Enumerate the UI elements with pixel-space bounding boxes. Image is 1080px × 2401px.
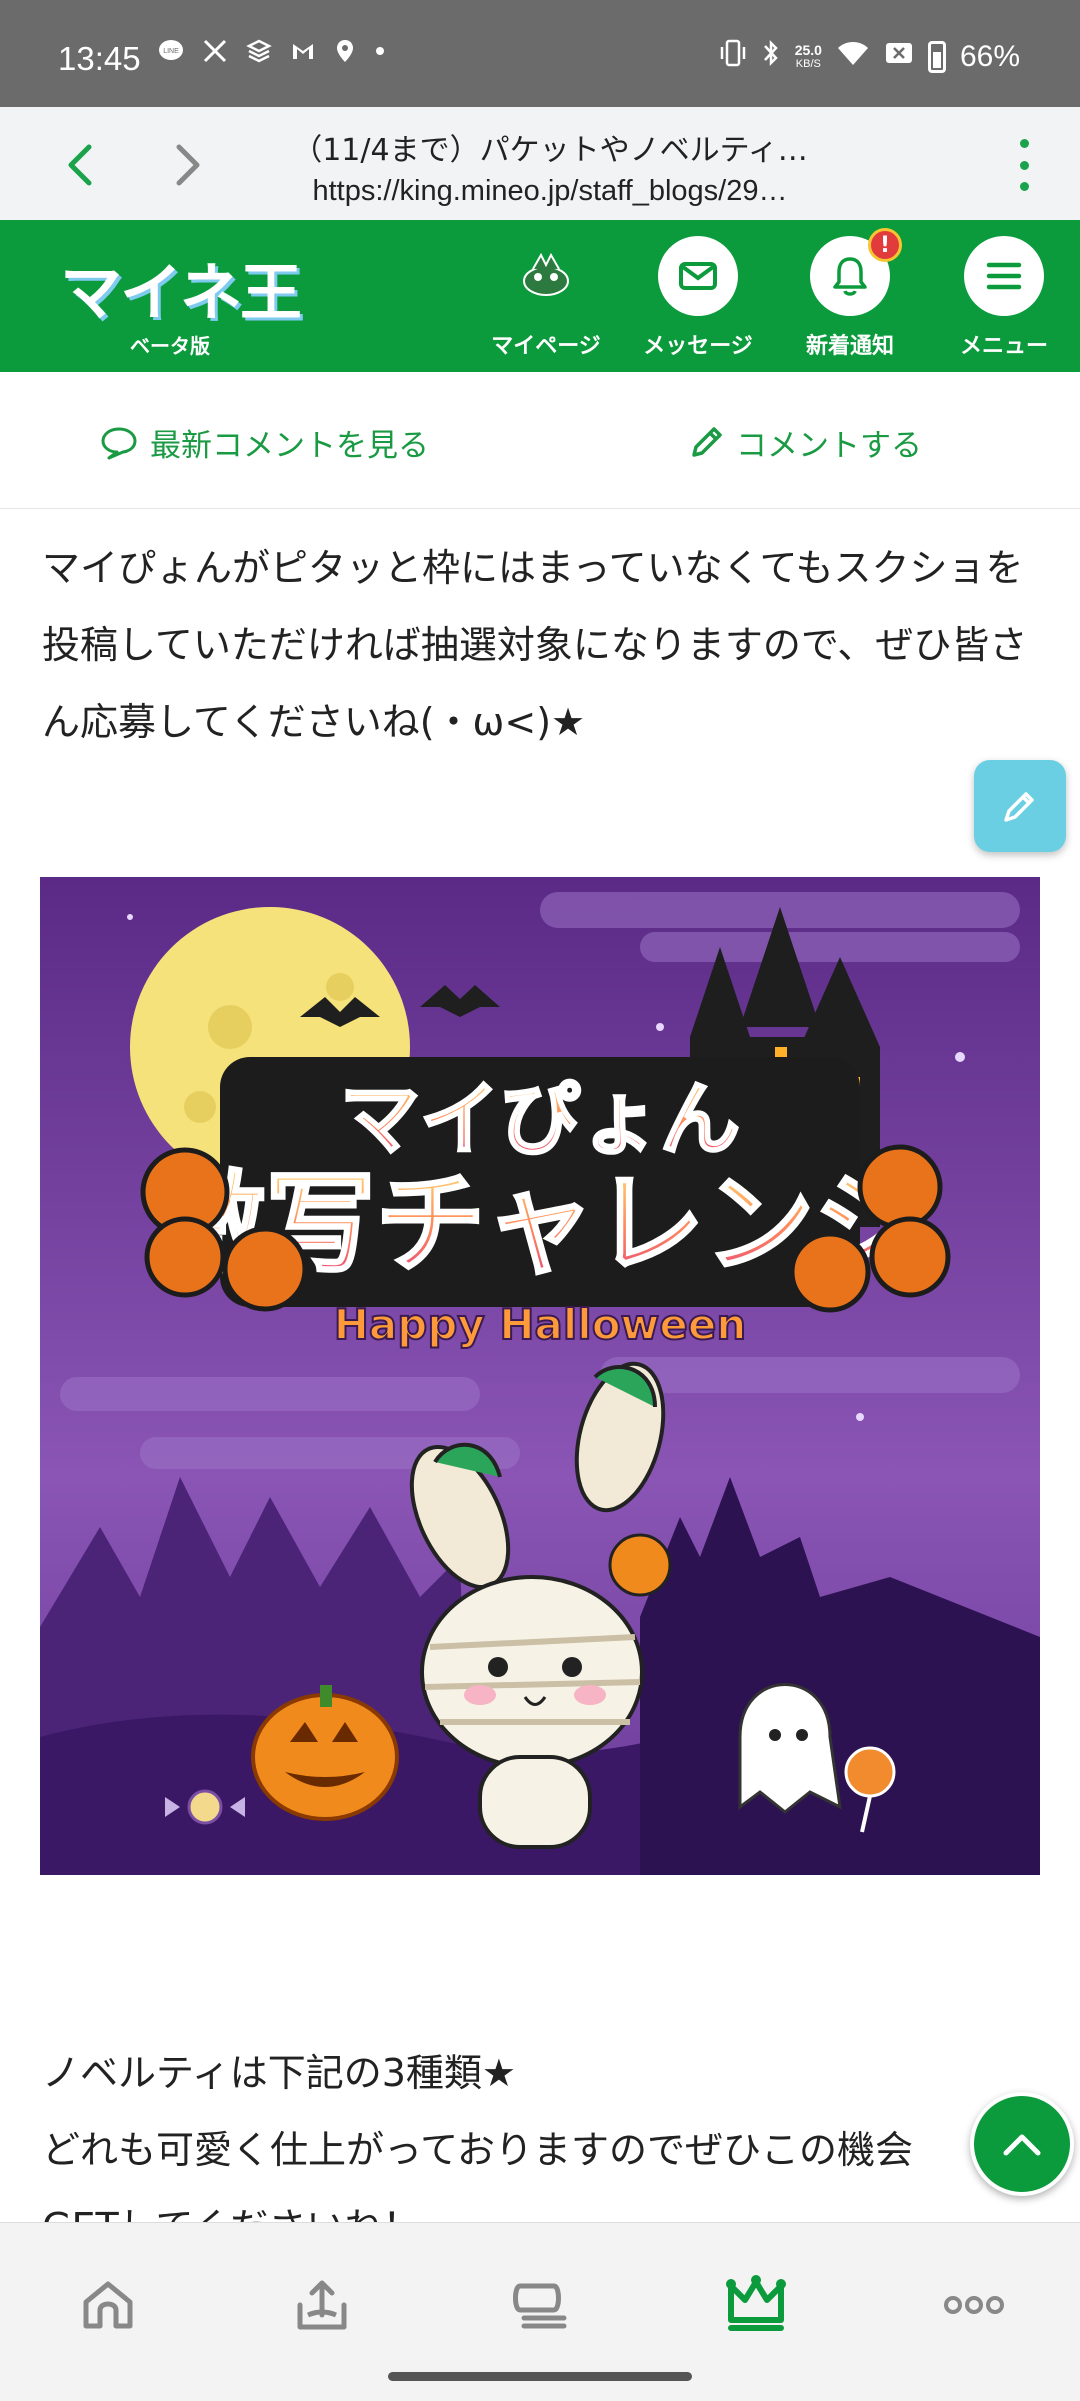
- wifi-icon: [836, 39, 870, 75]
- system-icons: 25.0 KB/S 66%: [719, 38, 1020, 76]
- chevron-left-icon: [68, 144, 92, 186]
- nav-board[interactable]: [500, 2265, 580, 2345]
- home-icon: [83, 2281, 133, 2329]
- home-indicator[interactable]: [388, 2372, 692, 2381]
- nav-more[interactable]: [934, 2265, 1014, 2345]
- pencil-icon: [692, 426, 722, 457]
- logo-sub: ベータ版: [130, 334, 210, 358]
- bell-icon: !: [810, 228, 902, 316]
- svg-text:LINE: LINE: [163, 48, 179, 55]
- nav-home[interactable]: [68, 2265, 148, 2345]
- dot-icon: [374, 38, 386, 69]
- scroll-to-top-button[interactable]: [970, 2092, 1074, 2196]
- header-label: メニュー: [959, 334, 1048, 359]
- upload-icon: [297, 2280, 347, 2330]
- line-icon: LINE: [158, 38, 184, 69]
- header-label: マイページ: [491, 334, 601, 359]
- gmail-icon: [290, 38, 316, 69]
- url-text: https://king.mineo.jp/staff_blogs/29…: [312, 175, 788, 207]
- article-paragraph: マイぴょんがピタッと枠にはまっていなくてもスクショを投稿していただければ抽選対象…: [42, 546, 1028, 744]
- address-bar[interactable]: （11/4まで）パケットやノベルティ… https://king.mineo.j…: [290, 125, 810, 208]
- logo-text: マイネ王: [60, 256, 302, 329]
- net-speed-value: 25.0: [794, 42, 822, 58]
- location-icon: [334, 38, 356, 69]
- bluetooth-icon: [761, 38, 781, 76]
- overflow-menu-button[interactable]: [1008, 139, 1040, 191]
- chevron-up-icon: [1003, 2134, 1041, 2156]
- banner-illustration: マイぴょん 激写チャレンジ Happy Halloween: [40, 877, 1040, 1875]
- header-mypage[interactable]: マイページ: [476, 236, 616, 360]
- net-speed-unit: KB/S: [795, 58, 821, 70]
- nav-upload[interactable]: [282, 2265, 362, 2345]
- latest-comments-link[interactable]: 最新コメントを見る: [100, 420, 429, 465]
- header-label: メッセージ: [643, 334, 753, 359]
- board-icon: [513, 2283, 567, 2329]
- sim-icon: [884, 40, 914, 74]
- header-message[interactable]: メッセージ: [628, 236, 768, 360]
- forward-button[interactable]: [160, 137, 216, 193]
- halloween-banner: マイぴょん 激写チャレンジ Happy Halloween: [40, 877, 1040, 1875]
- site-logo[interactable]: マイネ王 ベータ版: [60, 242, 302, 359]
- notification-icons: LINE: [158, 38, 386, 69]
- more-vert-icon: [1019, 139, 1029, 148]
- hamburger-icon: [964, 236, 1044, 316]
- speech-bubble-icon: [101, 427, 137, 459]
- notification-badge: !: [868, 228, 902, 262]
- battery-level: 66%: [959, 40, 1020, 73]
- back-button[interactable]: [52, 137, 108, 193]
- battery-icon: [927, 41, 946, 73]
- status-time: 13:45: [58, 40, 141, 77]
- novelty-line-2: どれも可愛く仕上がっておりますのでぜひこの機会: [42, 2128, 913, 2172]
- stack-icon: [246, 38, 272, 69]
- site-header: マイネ王 ベータ版 マイページ メッセージ ! 新着通知 メニュー: [0, 220, 1080, 372]
- vibrate-icon: [719, 38, 747, 76]
- chevron-right-icon: [176, 144, 200, 186]
- edit-fab[interactable]: [974, 760, 1066, 852]
- banner-title-top: マイぴょん: [340, 1073, 740, 1166]
- status-bar: 13:45 LINE 25.0 KB/S 66%: [0, 0, 1080, 107]
- write-comment-link[interactable]: コメントする: [688, 420, 922, 465]
- mail-icon: [658, 236, 738, 316]
- x-icon: [202, 38, 228, 69]
- latest-comments-label: 最新コメントを見る: [150, 428, 429, 464]
- browser-toolbar: （11/4まで）パケットやノベルティ… https://king.mineo.j…: [0, 107, 1080, 220]
- write-comment-label: コメントする: [736, 428, 922, 464]
- header-notifications[interactable]: ! 新着通知: [780, 228, 920, 360]
- novelty-line-1: ノベルティは下記の3種類★: [42, 2051, 516, 2095]
- crown-icon: [726, 2275, 786, 2331]
- header-menu[interactable]: メニュー: [934, 236, 1074, 360]
- comment-bar: 最新コメントを見る コメントする: [0, 372, 1080, 509]
- banner-subtitle: Happy Halloween: [334, 1300, 746, 1349]
- net-speed: 25.0 KB/S: [795, 43, 822, 71]
- edit-pencil-icon: [1004, 792, 1034, 822]
- header-label: 新着通知: [805, 334, 894, 359]
- page-title: （11/4まで）パケットやノベルティ…: [292, 133, 808, 168]
- avatar-icon: [506, 236, 586, 316]
- more-icon: [944, 2296, 1004, 2314]
- nav-crown[interactable]: [716, 2265, 796, 2345]
